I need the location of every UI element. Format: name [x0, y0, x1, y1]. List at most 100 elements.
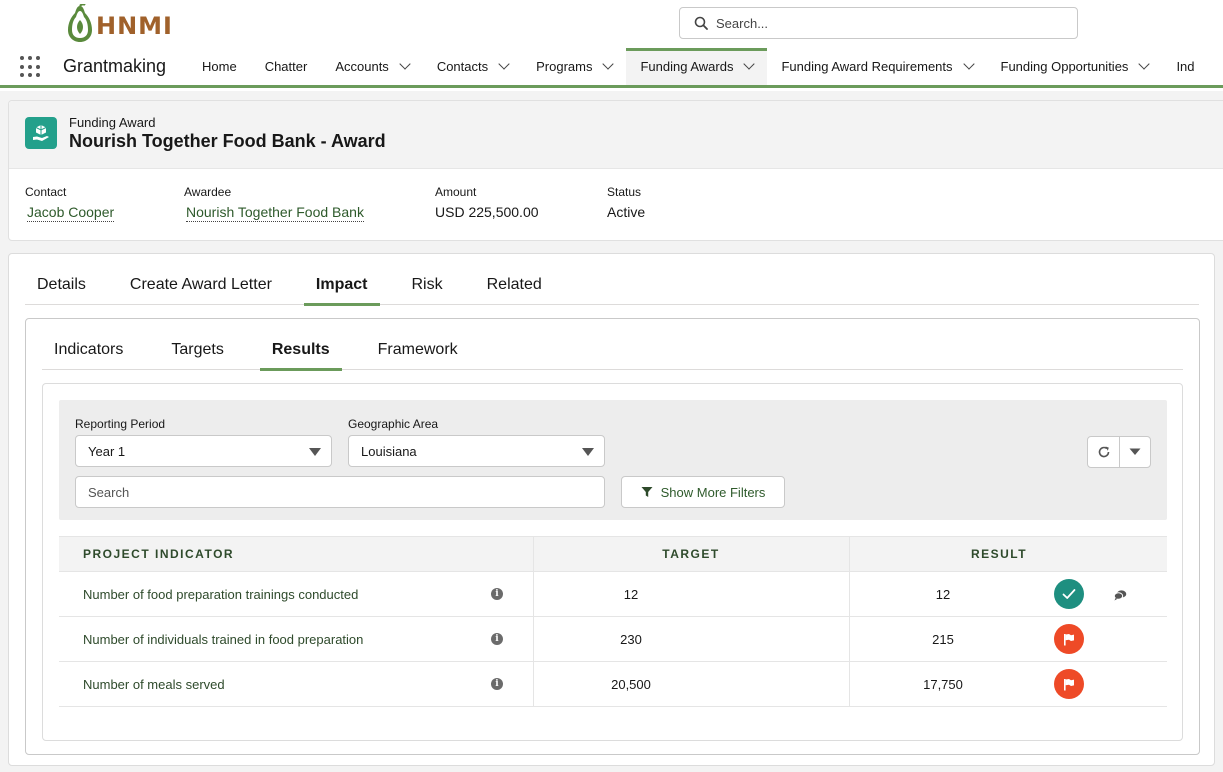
flag-icon [1064, 633, 1074, 645]
refresh-icon [1098, 446, 1109, 458]
logo[interactable]: HNMI [66, 4, 173, 44]
tab-impact[interactable]: Impact [303, 254, 380, 306]
filter-icon [641, 487, 653, 497]
record-header-top: Funding Award Nourish Together Food Bank… [9, 101, 1223, 169]
info-icon[interactable]: i [491, 678, 503, 690]
check-icon [1062, 589, 1076, 599]
table-body: Number of food preparation trainings con… [59, 572, 1167, 707]
geographic-area-label: Geographic Area [348, 417, 439, 431]
reporting-period-select[interactable]: Year 1 [75, 435, 332, 467]
result-value: 17,750 [923, 676, 963, 692]
main-card: Details Create Award Letter Impact Risk Rela… [8, 253, 1215, 766]
chevron-down-icon[interactable] [602, 58, 615, 70]
geographic-area-value: Louisiana [361, 443, 417, 459]
app-name: Grantmaking [63, 56, 167, 76]
global-search[interactable] [679, 7, 1078, 39]
result-value: 12 [935, 586, 951, 602]
nav-item-label: Home [202, 59, 237, 74]
reporting-period-value: Year 1 [88, 443, 126, 459]
nav-item-funding-awards[interactable]: Funding Awards [626, 48, 768, 85]
info-icon[interactable]: i [491, 633, 503, 645]
tab-details[interactable]: Details [25, 254, 98, 305]
geographic-area-select[interactable]: Louisiana [348, 435, 605, 467]
subtab-framework[interactable]: Framework [366, 319, 470, 370]
search-icon [694, 16, 708, 30]
show-more-filters-label: Show More Filters [660, 484, 766, 500]
chevron-down-icon[interactable] [962, 58, 975, 70]
reporting-period-label: Reporting Period [75, 417, 166, 431]
refresh-button-group [1087, 436, 1151, 468]
app-launcher-icon[interactable] [20, 56, 42, 78]
chevron-down-icon[interactable] [399, 58, 411, 70]
table-header: PROJECT INDICATOR TARGET RESULT [59, 536, 1167, 572]
contact-link[interactable]: Jacob Cooper [27, 204, 115, 222]
record-title: Nourish Together Food Bank - Award [69, 131, 386, 151]
indicator-name: Number of meals served [83, 676, 225, 692]
impact-subtabs: Indicators Targets Results Framework [42, 319, 1183, 371]
global-search-input[interactable] [716, 15, 1056, 31]
field-label: Amount [435, 185, 477, 199]
target-value: 20,500 [611, 676, 651, 692]
nav-item-label: Chatter [264, 59, 308, 74]
awardee-link[interactable]: Nourish Together Food Bank [186, 204, 364, 222]
field-label: Awardee [184, 185, 232, 199]
nav-item-accounts[interactable]: Accounts [321, 48, 422, 85]
target-value: 230 [620, 631, 642, 647]
tab-related[interactable]: Related [475, 254, 554, 305]
more-actions-button[interactable] [1119, 437, 1150, 467]
refresh-button[interactable] [1088, 437, 1119, 467]
table-row: Number of food preparation trainings con… [59, 572, 1167, 617]
nav-item-chatter[interactable]: Chatter [251, 48, 322, 85]
filter-bar: Reporting Period Year 1 Geographic Area … [59, 400, 1167, 520]
status-value: Active [607, 204, 646, 220]
nav-item-label: Funding Award Requirements [781, 59, 953, 74]
record-type: Funding Award [69, 115, 156, 130]
record-tabs: Details Create Award Letter Impact Risk Rela… [25, 254, 1199, 306]
field-amount: Amount USD 225,500.00 [435, 185, 539, 220]
subtab-indicators[interactable]: Indicators [42, 319, 135, 370]
subtab-targets[interactable]: Targets [159, 319, 235, 370]
target-value: 12 [623, 586, 639, 602]
subtab-results[interactable]: Results [259, 319, 342, 371]
header-project-indicator: PROJECT INDICATOR [83, 547, 235, 561]
comment-button[interactable] [1113, 588, 1127, 606]
nav-item-label: Ind [1176, 59, 1195, 74]
header-target: TARGET [662, 547, 720, 561]
indicator-name: Number of food preparation trainings con… [83, 586, 359, 602]
record-highlights: Funding Award Nourish Together Food Bank… [8, 100, 1223, 241]
result-status-flagged[interactable] [1054, 669, 1084, 699]
nav-item-home[interactable]: Home [188, 48, 251, 85]
header-result: RESULT [970, 547, 1028, 561]
nav-item-programs[interactable]: Programs [522, 48, 626, 85]
chevron-down-icon[interactable] [1138, 58, 1151, 70]
global-header: HNMI [0, 0, 1223, 50]
results-panel: Reporting Period Year 1 Geographic Area … [42, 383, 1183, 741]
show-more-filters-button[interactable]: Show More Filters [621, 476, 785, 508]
result-status-met[interactable] [1054, 579, 1084, 609]
nav-item-funding-opportunities[interactable]: Funding Opportunities [987, 48, 1163, 85]
nav-item-funding-award-requirements[interactable]: Funding Award Requirements [767, 48, 986, 85]
results-table: PROJECT INDICATOR TARGET RESULT Number o… [59, 536, 1167, 707]
field-label: Status [607, 185, 642, 199]
field-label: Contact [25, 185, 67, 199]
impact-card: Indicators Targets Results Framework Report… [25, 318, 1200, 755]
results-search-input[interactable] [75, 476, 605, 508]
logo-text: HNMI [96, 12, 173, 40]
tab-risk[interactable]: Risk [400, 254, 455, 305]
info-icon[interactable]: i [491, 588, 503, 600]
nav-item-label: Contacts [436, 59, 489, 74]
nav-items: Home Chatter Accounts Contacts Programs Fundi… [188, 48, 1209, 85]
result-status-flagged[interactable] [1054, 624, 1084, 654]
nav-item-label: Programs [536, 59, 593, 74]
caret-down-icon [309, 448, 321, 456]
nav-item-label: Funding Opportunities [1000, 59, 1129, 74]
field-contact: Contact Jacob Cooper [25, 185, 115, 222]
result-value: 215 [932, 631, 954, 647]
nav-item-contacts[interactable]: Contacts [423, 48, 522, 85]
nav-item-ind[interactable]: Ind [1162, 48, 1208, 85]
chevron-down-icon[interactable] [498, 58, 510, 70]
caret-down-icon [582, 448, 594, 456]
tab-create-award-letter[interactable]: Create Award Letter [118, 254, 284, 305]
chevron-down-icon[interactable] [743, 58, 756, 70]
table-row: Number of individuals trained in food pr… [59, 617, 1167, 662]
